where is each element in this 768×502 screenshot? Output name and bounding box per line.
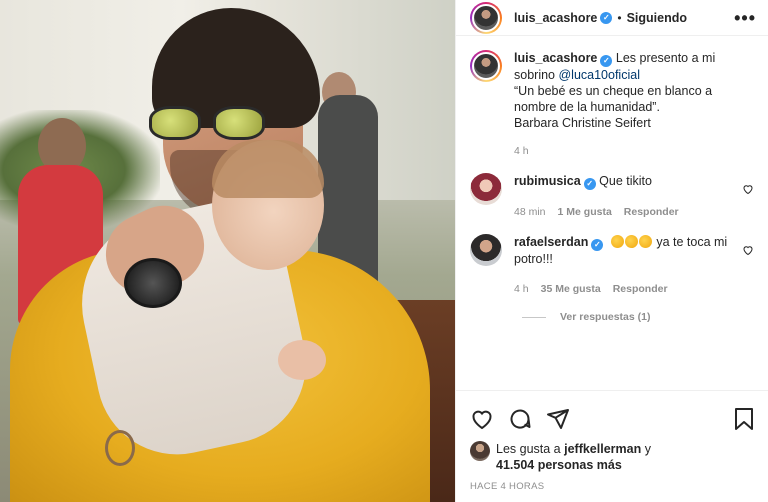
- comment-body: rubimusica ✓ Que tikito 48 min 1 Me gusta R…: [514, 173, 703, 220]
- author-avatar[interactable]: [470, 1, 502, 34]
- caption-time: 4 h: [514, 145, 529, 157]
- view-replies-label: Ver respuestas (1): [560, 311, 651, 323]
- action-bar: [456, 391, 768, 435]
- comment-reply-button[interactable]: Responder: [613, 283, 668, 295]
- view-replies-button[interactable]: Ver respuestas (1): [456, 311, 768, 323]
- comment-icon[interactable]: [508, 407, 532, 431]
- comment-likes[interactable]: 35 Me gusta: [541, 283, 601, 295]
- verified-badge-icon: ✓: [600, 11, 613, 24]
- caption-author[interactable]: luis_acashore: [514, 51, 597, 65]
- author-username[interactable]: luis_acashore: [514, 11, 597, 25]
- likes-summary: Les gusta a jeffkellerman y 41.504 perso…: [456, 435, 768, 473]
- caption-quote: “Un bebé es un cheque en blanco a nombre…: [514, 84, 713, 114]
- follow-status-button[interactable]: Siguiendo: [627, 11, 687, 25]
- caption-text: luis_acashore ✓ Les presento a mi sobrino…: [514, 50, 754, 159]
- comment-like-heart-icon[interactable]: [742, 244, 754, 256]
- bookmark-icon[interactable]: [733, 407, 755, 431]
- comment-item: rafaelserdan ✓ ya te toca mi potro!!! 4 h…: [456, 234, 768, 297]
- liker-username[interactable]: jeffkellerman: [564, 442, 641, 456]
- comment-text: Que tikito: [599, 174, 652, 188]
- comment-meta: 48 min 1 Me gusta Responder: [514, 206, 679, 218]
- comment-item: rubimusica ✓ Que tikito 48 min 1 Me gusta R…: [456, 173, 768, 220]
- comment-author[interactable]: rafaelserdan: [514, 235, 588, 249]
- comment-avatar[interactable]: [470, 173, 502, 205]
- bracelet: [105, 430, 135, 466]
- caption-attribution: Barbara Christine Seifert: [514, 116, 651, 130]
- baby-hair: [212, 140, 324, 198]
- clapping-hands-icon: [638, 235, 652, 248]
- caption-mention-link[interactable]: @luca10oficial: [558, 68, 639, 82]
- action-section: Les gusta a jeffkellerman y 41.504 perso…: [456, 390, 768, 502]
- clapping-hands-icon: [624, 235, 638, 248]
- post-photo[interactable]: [0, 0, 455, 502]
- likes-count-link[interactable]: 41.504 personas más: [496, 458, 622, 472]
- comment-avatar[interactable]: [470, 234, 502, 266]
- clapping-hands-icon: [610, 235, 624, 248]
- caption-author-avatar[interactable]: [470, 50, 502, 82]
- post-header: luis_acashore ✓ • Siguiendo •••: [456, 0, 768, 36]
- comment-author[interactable]: rubimusica: [514, 174, 581, 188]
- replies-divider: [522, 316, 546, 318]
- share-icon[interactable]: [546, 407, 570, 431]
- verified-badge-icon: ✓: [600, 55, 613, 67]
- baby-hand: [278, 340, 326, 380]
- comment-like-heart-icon[interactable]: [742, 183, 754, 195]
- more-options-icon[interactable]: •••: [734, 9, 756, 27]
- separator-dot: •: [617, 10, 622, 25]
- comment-reply-button[interactable]: Responder: [624, 206, 679, 218]
- wrist-watch: [124, 258, 182, 308]
- heart-icon[interactable]: [470, 407, 494, 431]
- sunglasses: [145, 100, 275, 140]
- verified-badge-icon: ✓: [591, 239, 604, 251]
- post-timestamp: HACE 4 HORAS: [470, 481, 545, 492]
- comment-meta: 4 h 35 Me gusta Responder: [514, 283, 668, 295]
- comment-body: rafaelserdan ✓ ya te toca mi potro!!! 4 h…: [514, 234, 754, 297]
- caption: luis_acashore ✓ Les presento a mi sobrino…: [456, 36, 768, 159]
- liker-avatar[interactable]: [470, 441, 490, 461]
- comment-likes[interactable]: 1 Me gusta: [558, 206, 612, 218]
- verified-badge-icon: ✓: [583, 178, 596, 190]
- post-panel: luis_acashore ✓ • Siguiendo ••• luis_aca…: [455, 0, 768, 502]
